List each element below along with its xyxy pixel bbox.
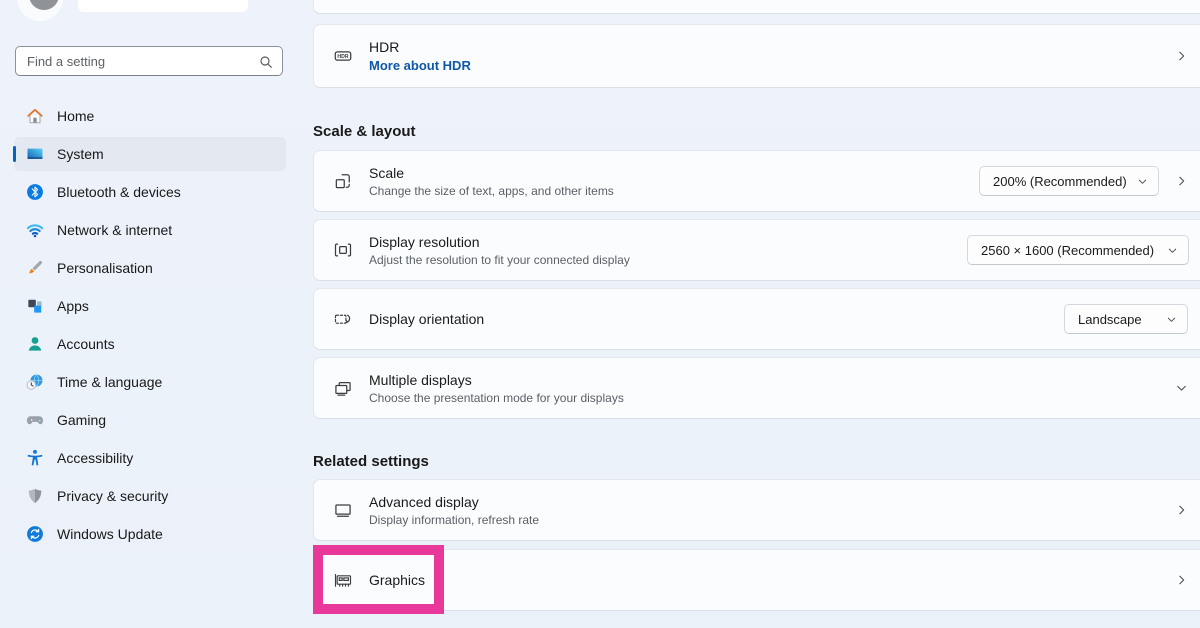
- row-title: Advanced display: [369, 494, 539, 510]
- sidebar-item-home[interactable]: Home: [14, 99, 286, 133]
- hdr-icon: HDR: [333, 46, 353, 66]
- row-subtitle: Display information, refresh rate: [369, 513, 539, 527]
- chevron-right-icon: [1175, 504, 1188, 517]
- chevron-right-icon: [1175, 175, 1188, 188]
- display-orientation-row[interactable]: Display orientation Landscape: [313, 288, 1200, 350]
- scale-dropdown[interactable]: 200% (Recommended): [979, 166, 1159, 196]
- sidebar-item-accessibility[interactable]: Accessibility: [14, 441, 286, 475]
- search-input[interactable]: [16, 47, 282, 75]
- paintbrush-icon: [25, 258, 45, 278]
- section-heading-scale-layout: Scale & layout: [313, 123, 416, 140]
- search-box[interactable]: [15, 46, 283, 76]
- sidebar-item-accounts[interactable]: Accounts: [14, 327, 286, 361]
- account-name-placeholder: [78, 0, 248, 12]
- sidebar-item-personalisation[interactable]: Personalisation: [14, 251, 286, 285]
- advanced-display-row[interactable]: Advanced display Display information, re…: [313, 479, 1200, 541]
- home-icon: [25, 106, 45, 126]
- resolution-dropdown[interactable]: 2560 × 1600 (Recommended): [967, 235, 1189, 265]
- wifi-icon: [25, 220, 45, 240]
- partial-setting-row[interactable]: [313, 0, 1200, 14]
- search-icon: [258, 54, 274, 70]
- chevron-down-icon: [1175, 382, 1188, 395]
- row-subtitle: Choose the presentation mode for your di…: [369, 391, 624, 405]
- clock-globe-icon: [25, 372, 45, 392]
- hdr-row[interactable]: HDR HDR More about HDR: [313, 24, 1200, 88]
- sidebar-item-label: System: [57, 146, 104, 162]
- sidebar-item-label: Apps: [57, 298, 89, 314]
- sidebar-item-label: Home: [57, 108, 94, 124]
- multiple-displays-row[interactable]: Multiple displays Choose the presentatio…: [313, 357, 1200, 419]
- chevron-right-icon: [1175, 574, 1188, 587]
- update-icon: [25, 524, 45, 544]
- chevron-down-icon: [1137, 176, 1148, 187]
- row-title: HDR: [369, 39, 471, 55]
- display-resolution-row[interactable]: Display resolution Adjust the resolution…: [313, 219, 1200, 281]
- orientation-dropdown-value: Landscape: [1078, 312, 1142, 327]
- sidebar-item-apps[interactable]: Apps: [14, 289, 286, 323]
- more-about-hdr-link[interactable]: More about HDR: [369, 58, 471, 73]
- person-icon: [25, 334, 45, 354]
- graphics-highlight-box: [313, 545, 444, 614]
- chevron-down-icon: [1167, 245, 1178, 256]
- scale-icon: [333, 171, 353, 191]
- row-subtitle: Change the size of text, apps, and other…: [369, 184, 614, 198]
- scale-row[interactable]: Scale Change the size of text, apps, and…: [313, 150, 1200, 212]
- resolution-dropdown-value: 2560 × 1600 (Recommended): [981, 243, 1154, 258]
- shield-icon: [25, 486, 45, 506]
- multiple-displays-icon: [333, 378, 353, 398]
- sidebar-item-label: Gaming: [57, 412, 106, 428]
- display-orientation-icon: [333, 309, 353, 329]
- sidebar-item-bluetooth-devices[interactable]: Bluetooth & devices: [14, 175, 286, 209]
- display-resolution-icon: [333, 240, 353, 260]
- sidebar-item-label: Accessibility: [57, 450, 133, 466]
- sidebar-item-label: Time & language: [57, 374, 162, 390]
- section-heading-related-settings: Related settings: [313, 453, 429, 470]
- sidebar-item-label: Windows Update: [57, 526, 163, 542]
- chevron-right-icon: [1175, 50, 1188, 63]
- sidebar-item-time-language[interactable]: Time & language: [14, 365, 286, 399]
- graphics-row[interactable]: Graphics: [313, 549, 1200, 611]
- scale-dropdown-value: 200% (Recommended): [993, 174, 1127, 189]
- advanced-display-icon: [333, 500, 353, 520]
- sidebar-item-network-internet[interactable]: Network & internet: [14, 213, 286, 247]
- sidebar-item-gaming[interactable]: Gaming: [14, 403, 286, 437]
- row-title: Multiple displays: [369, 372, 624, 388]
- row-title: Display orientation: [369, 311, 484, 327]
- row-title: Scale: [369, 165, 614, 181]
- sidebar-item-label: Bluetooth & devices: [57, 184, 181, 200]
- chevron-down-icon: [1166, 314, 1177, 325]
- settings-sidebar: Home System Bluetooth & devices: [0, 0, 313, 628]
- row-title: Display resolution: [369, 234, 630, 250]
- sidebar-item-label: Network & internet: [57, 222, 172, 238]
- sidebar-item-label: Accounts: [57, 336, 115, 352]
- row-subtitle: Adjust the resolution to fit your connec…: [369, 253, 630, 267]
- accessibility-person-icon: [25, 448, 45, 468]
- apps-icon: [25, 296, 45, 316]
- sidebar-item-windows-update[interactable]: Windows Update: [14, 517, 286, 551]
- sidebar-item-system[interactable]: System: [14, 137, 286, 171]
- sidebar-nav: Home System Bluetooth & devices: [0, 99, 313, 555]
- bluetooth-icon: [25, 182, 45, 202]
- svg-text:HDR: HDR: [337, 54, 348, 60]
- system-icon: [25, 144, 45, 164]
- sidebar-item-label: Privacy & security: [57, 488, 168, 504]
- sidebar-item-privacy-security[interactable]: Privacy & security: [14, 479, 286, 513]
- orientation-dropdown[interactable]: Landscape: [1064, 304, 1188, 334]
- gamepad-icon: [25, 410, 45, 430]
- sidebar-item-label: Personalisation: [57, 260, 153, 276]
